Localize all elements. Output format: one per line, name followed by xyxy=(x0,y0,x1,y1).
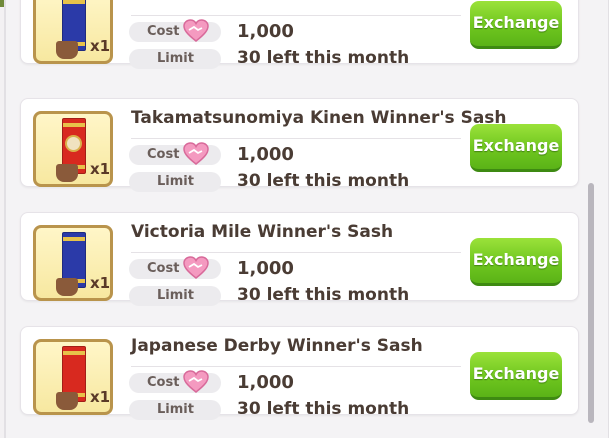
cost-label-pill: Cost xyxy=(129,256,221,279)
item-name: Victoria Mile Winner's Sash xyxy=(131,222,394,242)
limit-value: 30 left this month xyxy=(237,48,410,68)
handshake-heart-icon xyxy=(183,19,209,42)
handshake-heart-icon xyxy=(183,370,209,393)
limit-label-pill: Limit xyxy=(129,49,221,69)
cost-label: Cost xyxy=(147,375,180,390)
cost-label: Cost xyxy=(147,261,180,276)
exchange-button[interactable]: Exchange xyxy=(470,352,562,400)
item-name: Takamatsunomiya Kinen Winner's Sash xyxy=(131,108,507,128)
item-thumbnail: x1 xyxy=(33,339,113,415)
scrollbar-thumb[interactable] xyxy=(588,183,594,423)
item-quantity: x1 xyxy=(90,160,111,178)
tassel-icon xyxy=(56,41,78,59)
limit-value: 30 left this month xyxy=(237,171,410,191)
item-quantity: x1 xyxy=(90,37,111,55)
item-quantity: x1 xyxy=(90,274,111,292)
limit-label-pill: Limit xyxy=(129,286,221,306)
limit-label-pill: Limit xyxy=(129,400,221,420)
limit-label-pill: Limit xyxy=(129,172,221,192)
cost-value: 1,000 xyxy=(237,21,294,42)
tassel-icon xyxy=(56,278,78,296)
divider xyxy=(131,252,461,253)
tassel-icon xyxy=(56,392,78,410)
limit-label: Limit xyxy=(157,402,194,417)
exchange-item-card: x1 Japanese Derby Winner's Sash Cost Lim… xyxy=(20,326,579,420)
cost-value: 1,000 xyxy=(237,258,294,279)
divider xyxy=(131,366,461,367)
divider xyxy=(131,15,461,16)
item-name: Japanese Derby Winner's Sash xyxy=(131,336,423,356)
exchange-item-card: x1 Takamatsunomiya Kinen Winner's Sash C… xyxy=(20,98,579,192)
exchange-button[interactable]: Exchange xyxy=(470,238,562,286)
cost-label-pill: Cost xyxy=(129,142,221,165)
exchange-item-card: x1 Victoria Mile Winner's Sash Cost Limi… xyxy=(20,212,579,306)
item-thumbnail: x1 xyxy=(33,111,113,187)
exchange-button[interactable]: Exchange xyxy=(470,124,562,172)
exchange-item-card: x1 Cost Limit 1,000 30 left this month E… xyxy=(20,0,579,69)
limit-value: 30 left this month xyxy=(237,285,410,305)
handshake-heart-icon xyxy=(183,256,209,279)
limit-value: 30 left this month xyxy=(237,399,410,419)
limit-label: Limit xyxy=(157,174,194,189)
item-quantity: x1 xyxy=(90,388,111,406)
exchange-button[interactable]: Exchange xyxy=(470,1,562,49)
limit-label: Limit xyxy=(157,51,194,66)
cost-label: Cost xyxy=(147,147,180,162)
cost-label-pill: Cost xyxy=(129,370,221,393)
cost-label-pill: Cost xyxy=(129,19,221,42)
cost-value: 1,000 xyxy=(237,144,294,165)
item-thumbnail: x1 xyxy=(33,225,113,301)
divider xyxy=(131,138,461,139)
cost-label: Cost xyxy=(147,24,180,39)
limit-label: Limit xyxy=(157,288,194,303)
cost-value: 1,000 xyxy=(237,372,294,393)
item-thumbnail: x1 xyxy=(33,0,113,64)
tassel-icon xyxy=(56,164,78,182)
handshake-heart-icon xyxy=(183,142,209,165)
